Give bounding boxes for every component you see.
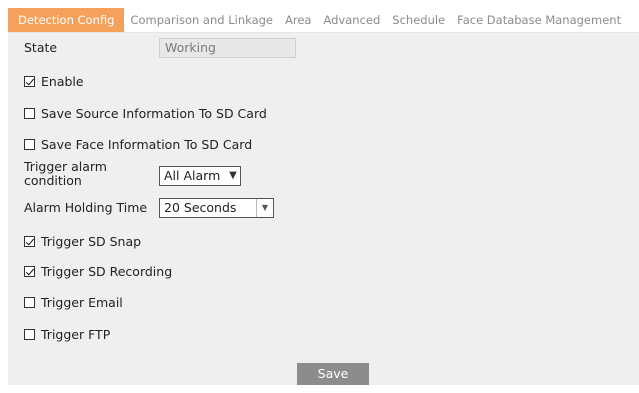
email-checkbox[interactable]	[24, 297, 35, 308]
email-row[interactable]: Trigger Email	[24, 295, 123, 310]
tab-advanced[interactable]: Advanced	[317, 8, 386, 32]
tab-comparison-and-linkage[interactable]: Comparison and Linkage	[124, 8, 279, 32]
ftp-row[interactable]: Trigger FTP	[24, 327, 110, 342]
save-face-row[interactable]: Save Face Information To SD Card	[24, 137, 252, 152]
chevron-down-icon: ▼	[256, 199, 273, 217]
ftp-label: Trigger FTP	[41, 327, 111, 342]
tab-schedule[interactable]: Schedule	[386, 8, 451, 32]
trigger-condition-select[interactable]: All Alarm ▼	[159, 166, 241, 186]
state-value-field: Working	[159, 38, 296, 58]
save-source-label: Save Source Information To SD Card	[41, 106, 267, 121]
sd-recording-checkbox[interactable]	[24, 266, 35, 277]
holding-time-row: Alarm Holding Time	[24, 200, 147, 215]
holding-time-value: 20 Seconds	[164, 200, 237, 215]
holding-time-select[interactable]: 20 Seconds ▼	[159, 198, 274, 218]
enable-row[interactable]: Enable	[24, 74, 84, 89]
sd-snap-label: Trigger SD Snap	[41, 234, 142, 249]
save-face-checkbox[interactable]	[24, 139, 35, 150]
ftp-checkbox[interactable]	[24, 329, 35, 340]
tab-area[interactable]: Area	[279, 8, 317, 32]
sd-snap-row[interactable]: Trigger SD Snap	[24, 234, 141, 249]
tab-detection-config[interactable]: Detection Config	[8, 8, 125, 32]
save-face-label: Save Face Information To SD Card	[41, 137, 253, 152]
state-row: State	[24, 40, 57, 55]
detection-config-panel: State Working Enable Save Source Informa…	[8, 33, 639, 385]
enable-checkbox[interactable]	[24, 76, 35, 87]
enable-label: Enable	[41, 74, 84, 89]
state-label: State	[24, 40, 58, 55]
trigger-condition-label-line1: Trigger alarm	[24, 159, 107, 174]
tab-bar: Detection Config Comparison and Linkage Ar…	[8, 8, 639, 33]
save-source-checkbox[interactable]	[24, 108, 35, 119]
trigger-condition-label-line2: condition	[24, 173, 82, 188]
sd-recording-label: Trigger SD Recording	[41, 264, 173, 279]
save-source-row[interactable]: Save Source Information To SD Card	[24, 106, 267, 121]
save-button[interactable]: Save	[297, 363, 369, 385]
holding-time-label: Alarm Holding Time	[24, 200, 148, 215]
trigger-condition-label: Trigger alarm condition	[24, 160, 107, 188]
sd-snap-checkbox[interactable]	[24, 236, 35, 247]
sd-recording-row[interactable]: Trigger SD Recording	[24, 264, 172, 279]
chevron-down-icon: ▼	[229, 170, 237, 181]
tab-face-database-management[interactable]: Face Database Management	[451, 8, 627, 32]
trigger-condition-value: All Alarm	[164, 168, 221, 183]
email-label: Trigger Email	[41, 295, 123, 310]
